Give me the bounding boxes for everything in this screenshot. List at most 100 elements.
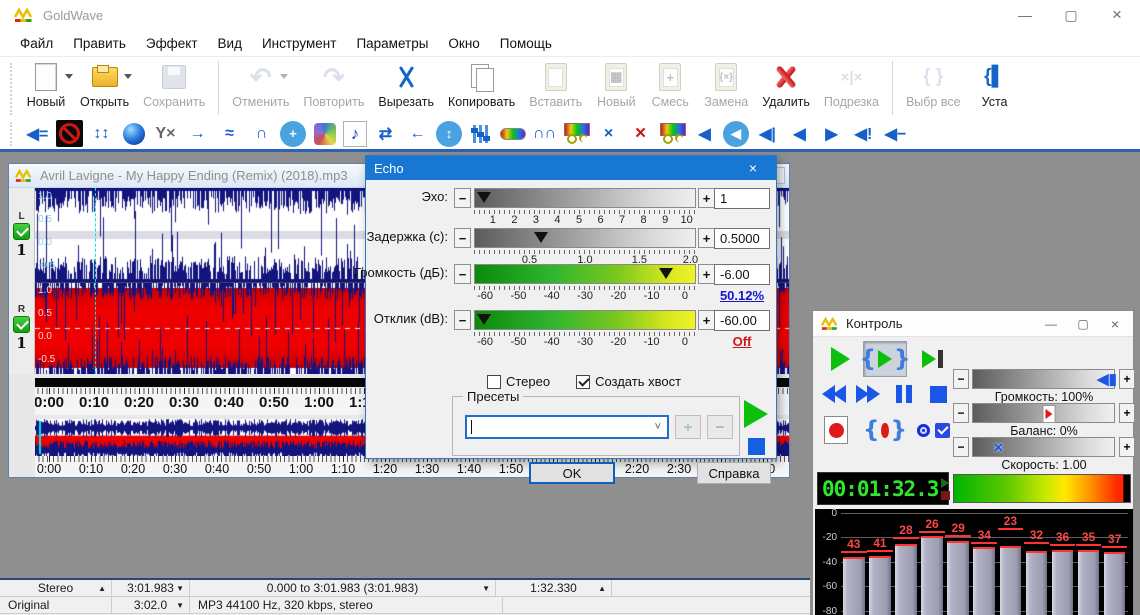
menu-item[interactable]: Вид xyxy=(208,33,252,54)
slider-increment-button[interactable]: + xyxy=(698,264,715,284)
speaker-back-icon[interactable]: ▶ xyxy=(818,120,845,147)
crossfade-icon[interactable]: × xyxy=(627,120,654,147)
slider-track[interactable] xyxy=(474,228,696,248)
pipes-icon[interactable]: ∩∩ xyxy=(531,120,558,147)
control-minimize-button[interactable]: — xyxy=(1035,313,1067,335)
slider-increment-button[interactable]: + xyxy=(1119,403,1135,423)
slider-track[interactable] xyxy=(474,264,696,284)
slider-track[interactable] xyxy=(972,403,1115,423)
ok-button[interactable]: OK xyxy=(529,462,615,484)
help-button[interactable]: Справка xyxy=(697,462,771,484)
preset-combo[interactable]: ˅ xyxy=(465,415,669,439)
slider-value-field[interactable]: -60.00 xyxy=(714,310,770,331)
slider-value-field[interactable]: 1 xyxy=(714,188,770,209)
checkbox-checked[interactable]: Создать хвост xyxy=(576,374,681,389)
save-button[interactable]: Сохранить xyxy=(136,60,212,109)
checkbox-unchecked[interactable]: Стерео xyxy=(487,374,550,389)
stop-button[interactable] xyxy=(925,381,951,407)
status-cell[interactable]: 1:32.330▲ xyxy=(496,580,612,596)
right-channel-selector[interactable]: R1 xyxy=(9,282,35,374)
arrow-left-icon[interactable]: ← xyxy=(404,120,431,147)
speaker-loud-icon[interactable]: ◀ xyxy=(786,120,813,147)
control-compass-icon[interactable]: + xyxy=(280,121,306,147)
pinwheel-icon[interactable] xyxy=(311,120,338,147)
mix-button[interactable]: +Смесь xyxy=(643,60,697,109)
menu-item[interactable]: Файл xyxy=(10,33,63,54)
undo-button[interactable]: ↶Отменить xyxy=(225,60,296,109)
status-cell[interactable]: 3:01.983▼ xyxy=(112,580,190,596)
slider-value-field[interactable]: -6.00 xyxy=(714,264,770,285)
record-new-button[interactable] xyxy=(819,413,853,447)
rewind-button[interactable] xyxy=(817,381,851,407)
arrow-down-icon[interactable]: ▼ xyxy=(176,601,184,610)
slider-thumb[interactable] xyxy=(477,192,491,210)
delete-button[interactable]: Удалить xyxy=(755,60,817,109)
preset-remove-button[interactable]: − xyxy=(707,415,733,439)
speaker-alert-icon[interactable]: ◀! xyxy=(850,120,877,147)
undo-curve-icon[interactable]: ∩ xyxy=(248,120,275,147)
dropdown-arrow-icon[interactable] xyxy=(65,74,73,83)
speaker-mute-icon[interactable]: ◀= xyxy=(24,120,51,147)
spectrum-cart-icon[interactable] xyxy=(659,120,686,147)
slider-increment-button[interactable]: + xyxy=(698,188,715,208)
echo-dialog-close-button[interactable]: × xyxy=(738,160,768,176)
cut-button[interactable]: Вырезать xyxy=(371,60,441,109)
control-close-button[interactable]: × xyxy=(1099,313,1131,335)
shrink-vertical-icon[interactable]: ↕↕ xyxy=(88,120,115,147)
trim-button[interactable]: ×|×Подрезка xyxy=(817,60,886,109)
slider-thumb[interactable] xyxy=(534,232,548,250)
arrow-down-icon[interactable]: ▼ xyxy=(176,584,184,593)
expression-evaluator-icon[interactable]: Y× xyxy=(152,120,179,147)
left-channel-selector[interactable]: L1 xyxy=(9,188,35,282)
insert-marker-icon[interactable]: → xyxy=(184,120,211,147)
slider-value-link[interactable]: 50.12% xyxy=(714,288,770,303)
wave-shape-icon[interactable]: ≈ xyxy=(216,120,243,147)
slider-decrement-button[interactable]: − xyxy=(454,228,471,248)
preset-add-button[interactable]: + xyxy=(675,415,701,439)
no-entry-icon[interactable] xyxy=(56,120,83,147)
status-cell[interactable]: Stereo▲ xyxy=(0,580,112,596)
round-speaker-icon[interactable]: ◀ xyxy=(723,121,749,147)
slider-increment-button[interactable]: + xyxy=(1119,369,1135,389)
slider-decrement-button[interactable]: − xyxy=(454,310,471,330)
slider-decrement-button[interactable]: − xyxy=(953,403,969,423)
arrow-down-icon[interactable]: ▼ xyxy=(482,584,490,593)
replace-button[interactable]: {×}Замена xyxy=(697,60,755,109)
channel-enabled-checkbox[interactable] xyxy=(13,316,30,333)
slider-thumb-x-icon[interactable]: × xyxy=(993,438,1003,458)
close-button[interactable]: × xyxy=(1094,0,1140,30)
slider-value-link[interactable]: Off xyxy=(714,334,770,349)
spark-icon[interactable]: × xyxy=(595,120,622,147)
preview-stop-button[interactable] xyxy=(748,438,765,455)
new-button[interactable]: Новый xyxy=(19,60,73,109)
slider-thumb-speaker-icon[interactable]: ◀▮ xyxy=(1097,370,1117,390)
slider-decrement-button[interactable]: − xyxy=(454,264,471,284)
control-titlebar[interactable]: Контроль — ▢ × xyxy=(813,311,1133,337)
record-selection-button[interactable]: {} xyxy=(863,413,907,447)
speaker-min-icon[interactable]: ◀− xyxy=(882,120,909,147)
slider-decrement-button[interactable]: − xyxy=(953,369,969,389)
channel-enabled-checkbox[interactable] xyxy=(13,223,30,240)
spectrum-pill-icon[interactable] xyxy=(499,120,526,147)
play-button[interactable] xyxy=(821,343,859,375)
arrow-up-icon[interactable]: ▲ xyxy=(598,584,606,593)
record-options-button[interactable] xyxy=(913,417,953,443)
slider-increment-button[interactable]: + xyxy=(698,228,715,248)
expand-circle-icon[interactable]: ↕ xyxy=(436,121,462,147)
slider-increment-button[interactable]: + xyxy=(1119,437,1135,457)
slider-thumb[interactable] xyxy=(659,268,673,286)
status-cell[interactable]: 0.000 to 3:01.983 (3:01.983)▼ xyxy=(190,580,496,596)
maximize-button[interactable]: ▢ xyxy=(1048,0,1094,30)
mixer-sliders-icon[interactable] xyxy=(467,120,494,147)
spectrum-control-icon[interactable] xyxy=(563,120,590,147)
sphere-icon[interactable] xyxy=(120,120,147,147)
fast-forward-button[interactable] xyxy=(851,381,885,407)
slider-track[interactable] xyxy=(474,188,696,208)
echo-dialog-titlebar[interactable]: Echo × xyxy=(366,156,776,180)
paste-new-button[interactable]: ▦Новый xyxy=(589,60,643,109)
preview-play-button[interactable] xyxy=(744,400,768,428)
status-cell[interactable]: 3:02.0▼ xyxy=(112,597,190,613)
slider-decrement-button[interactable]: − xyxy=(953,437,969,457)
menu-item[interactable]: Помощь xyxy=(490,33,562,54)
copy-button[interactable]: Копировать xyxy=(441,60,522,109)
